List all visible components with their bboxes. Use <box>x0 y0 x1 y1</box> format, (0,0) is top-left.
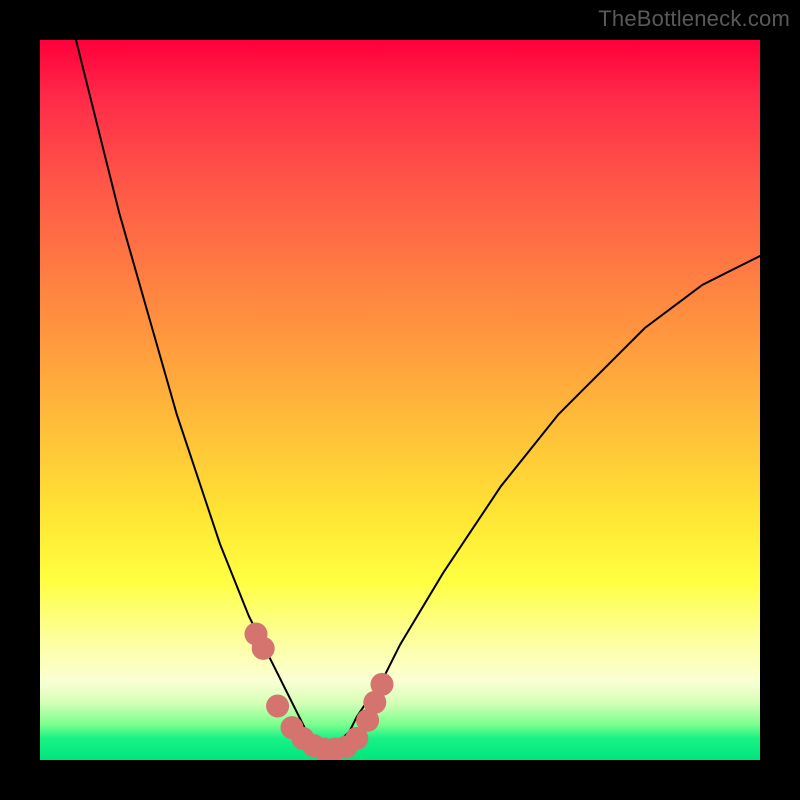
attribution-label: TheBottleneck.com <box>598 6 790 32</box>
marker-dot <box>252 637 275 660</box>
chart-frame: TheBottleneck.com <box>0 0 800 800</box>
marker-dot <box>266 694 289 717</box>
marker-dot <box>370 673 393 696</box>
near-minimum-dots <box>244 622 393 760</box>
marker-layer <box>40 40 760 760</box>
plot-area <box>40 40 760 760</box>
